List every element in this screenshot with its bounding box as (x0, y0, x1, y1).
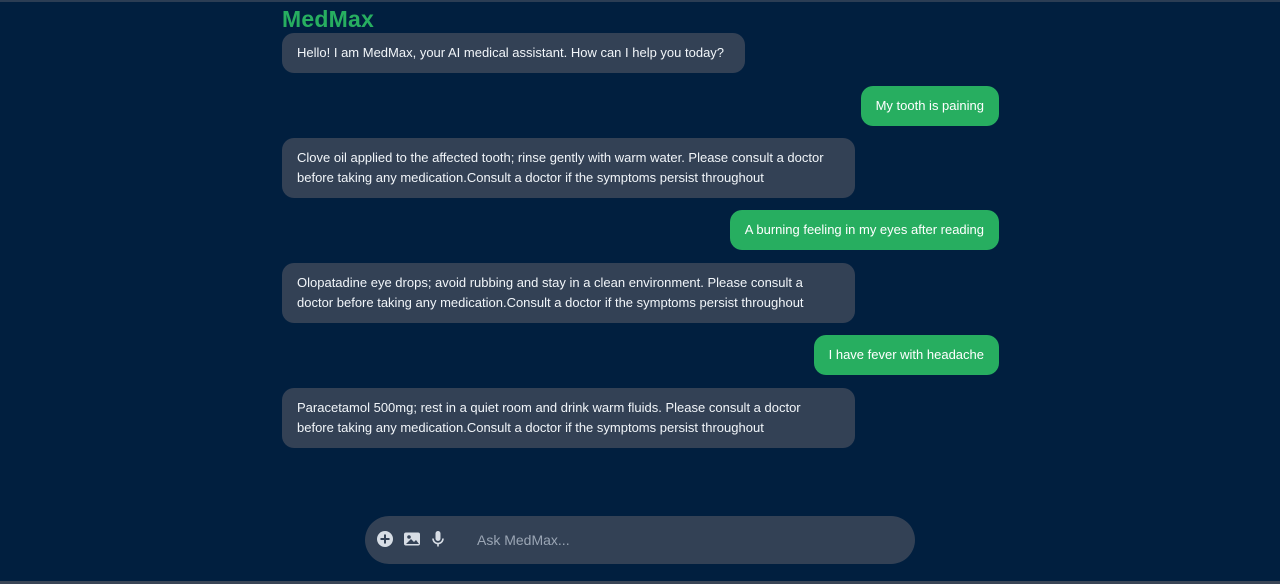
message-composer (365, 516, 915, 564)
bot-message: Hello! I am MedMax, your AI medical assi… (282, 33, 745, 73)
image-icon[interactable] (403, 530, 421, 548)
plus-circle-icon[interactable] (376, 530, 394, 548)
bot-message: Clove oil applied to the affected tooth;… (282, 138, 855, 198)
user-message: I have fever with headache (813, 335, 999, 375)
user-message: A burning feeling in my eyes after readi… (729, 210, 999, 250)
bot-message: Paracetamol 500mg; rest in a quiet room … (282, 388, 855, 448)
app-title: MedMax (282, 6, 374, 32)
message-input[interactable] (473, 526, 901, 554)
microphone-icon[interactable] (429, 530, 447, 548)
chat-page: MedMax Hello! I am MedMax, your AI medic… (0, 0, 1280, 584)
bot-message: Olopatadine eye drops; avoid rubbing and… (282, 263, 855, 323)
user-message: My tooth is paining (860, 86, 999, 126)
